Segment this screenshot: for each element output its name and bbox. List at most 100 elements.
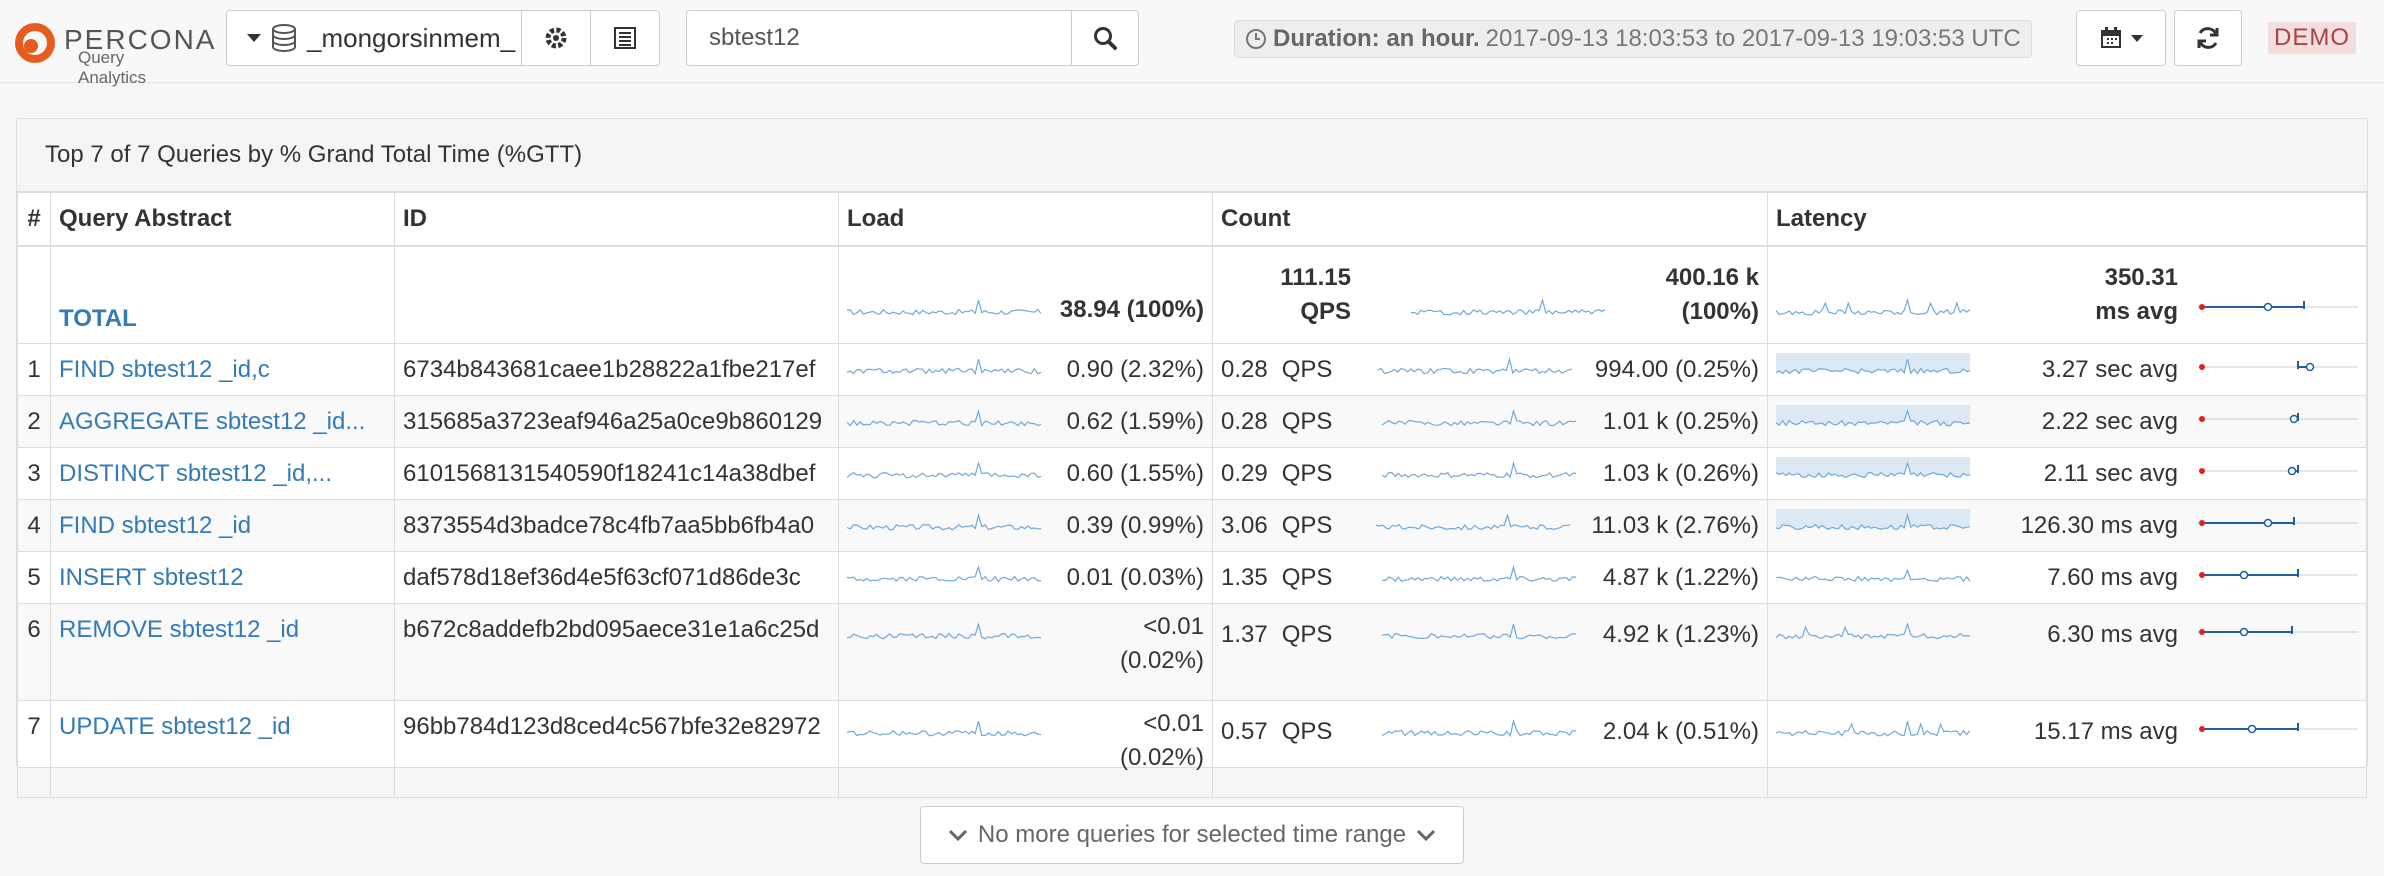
latency-value: 7.60 ms avg [2047, 563, 2178, 591]
latency-sparkline [1775, 403, 1971, 440]
qps-value: 0.29 [1221, 459, 1268, 487]
load-cell: 0.90 (2.32%) [838, 343, 1213, 396]
load-sparkline [846, 403, 1042, 440]
query-abstract-link[interactable]: FIND sbtest12 _id [59, 512, 251, 539]
count-cell: 3.06 QPS 11.03 k (2.76%) [1212, 499, 1768, 552]
query-abstract-link[interactable]: FIND sbtest12 _id,c [59, 356, 270, 383]
count-value: 4.87 k (1.22%) [1602, 563, 1759, 591]
row-number: 1 [17, 343, 51, 396]
query-abstract-link[interactable]: AGGREGATE sbtest12 _id... [59, 408, 365, 435]
column-header-load[interactable]: Load [838, 192, 1213, 247]
latency-range-bar [2198, 408, 2358, 436]
search-input[interactable] [686, 10, 1072, 66]
count-cell: 1.37 QPS 4.92 k (1.23%) [1212, 603, 1768, 701]
query-id: daf578d18ef36d4e5f63cf071d86de3c [394, 551, 839, 604]
latency-value: 2.11 sec avg [2043, 459, 2178, 487]
settings-button[interactable] [521, 10, 591, 66]
caret-down-icon [2131, 34, 2143, 42]
latency-range-bar [2198, 621, 2358, 649]
brand-product: Query Analytics [78, 48, 147, 87]
latency-sparkline [1775, 616, 1971, 653]
latency-cell: 15.17 ms avg [1767, 700, 2367, 798]
table-row[interactable]: 5 INSERT sbtest12 daf578d18ef36d4e5f63cf… [17, 551, 2367, 604]
column-header-abstract[interactable]: Query Abstract [50, 192, 395, 247]
percona-logo[interactable]: PERCONA Query Analytics [14, 18, 214, 87]
count-sparkline [1381, 455, 1577, 492]
total-qps-value: 111.15 [1280, 264, 1351, 291]
column-header-count[interactable]: Count [1212, 192, 1768, 247]
search-button[interactable] [1071, 10, 1139, 66]
latency-cell: 126.30 ms avg [1767, 499, 2367, 552]
more-queries-button[interactable]: No more queries for selected time range [920, 806, 1464, 864]
latency-sparkline [1775, 559, 1971, 596]
query-id: 6101568131540590f18241c14a38dbef [394, 447, 839, 500]
latency-cell: 6.30 ms avg [1767, 603, 2367, 701]
total-latency-value: 350.31 [2104, 264, 2178, 291]
total-id [394, 245, 839, 344]
table-row[interactable]: 2 AGGREGATE sbtest12 _id... 315685a3723e… [17, 395, 2367, 448]
total-count-cell: 111.15 QPS 400.16 k (100%) [1212, 245, 1768, 344]
total-count-value: 400.16 k [1665, 264, 1759, 291]
latency-range-bar [2198, 296, 2358, 324]
table-row[interactable]: 6 REMOVE sbtest12 _id b672c8addefb2bd095… [17, 603, 2367, 701]
gear-icon [545, 27, 567, 49]
refresh-button[interactable] [2174, 10, 2242, 66]
qps-unit: QPS [1281, 355, 1333, 383]
load-value: 0.62 (1.59%) [1066, 407, 1204, 435]
chevron-down-icon [1417, 829, 1436, 842]
load-value: 0.60 (1.55%) [1066, 459, 1204, 487]
percona-logo-icon [15, 23, 55, 63]
qps-value: 1.37 [1221, 620, 1268, 648]
total-row: TOTAL 38.94 (100%) 111.15 QPS 400.16 k (… [17, 245, 2367, 344]
count-value: 11.03 k (2.76%) [1591, 511, 1759, 539]
query-abstract-cell: UPDATE sbtest12 _id [50, 700, 395, 798]
query-abstract-link[interactable]: INSERT sbtest12 [59, 564, 244, 591]
total-latency-cell: 350.31 ms avg [1767, 245, 2367, 344]
table-row[interactable]: 3 DISTINCT sbtest12 _id,... 610156813154… [17, 447, 2367, 500]
db-instance-select[interactable]: _mongorsinmem_ [226, 10, 522, 66]
query-id: 315685a3723eaf946a25a0ce9b860129 [394, 395, 839, 448]
load-value: 0.01 (0.03%) [1066, 563, 1204, 591]
column-header-latency[interactable]: Latency [1767, 192, 2367, 247]
qps-unit: QPS [1281, 620, 1333, 648]
column-header-id[interactable]: ID [394, 192, 839, 247]
latency-cell: 2.22 sec avg [1767, 395, 2367, 448]
total-label[interactable]: TOTAL [50, 245, 395, 344]
query-abstract-link[interactable]: DISTINCT sbtest12 _id,... [59, 460, 332, 487]
query-abstract-cell: INSERT sbtest12 [50, 551, 395, 604]
query-id: 8373554d3badce78c4fb7aa5bb6fb4a0 [394, 499, 839, 552]
latency-value: 6.30 ms avg [2047, 620, 2178, 648]
top-navbar: PERCONA Query Analytics _mongorsinmem_ s… [0, 0, 2384, 87]
query-abstract-link[interactable]: REMOVE sbtest12 _id [59, 616, 299, 643]
count-value: 1.03 k (0.26%) [1602, 459, 1759, 487]
query-list-button[interactable] [590, 10, 660, 66]
latency-range-bar [2198, 460, 2358, 488]
latency-range-bar [2198, 356, 2358, 384]
query-abstract-link[interactable]: UPDATE sbtest12 _id [59, 713, 291, 740]
query-abstract-cell: REMOVE sbtest12 _id [50, 603, 395, 701]
row-number: 4 [17, 499, 51, 552]
count-sparkline [1381, 559, 1576, 596]
qps-unit: QPS [1281, 511, 1333, 539]
count-cell: 0.57 QPS 2.04 k (0.51%) [1212, 700, 1768, 798]
table-row[interactable]: 7 UPDATE sbtest12 _id 96bb784d123d8ced4c… [17, 700, 2367, 798]
latency-cell: 7.60 ms avg [1767, 551, 2367, 604]
load-sparkline [846, 713, 1042, 750]
load-value: <0.01 [1143, 710, 1204, 737]
qps-unit: QPS [1281, 407, 1333, 435]
table-row[interactable]: 1 FIND sbtest12 _id,c 6734b843681caee1b2… [17, 343, 2367, 396]
table-row[interactable]: 4 FIND sbtest12 _id 8373554d3badce78c4fb… [17, 499, 2367, 552]
qps-unit: QPS [1281, 717, 1333, 745]
qps-value: 0.28 [1221, 407, 1268, 435]
query-abstract-cell: FIND sbtest12 _id,c [50, 343, 395, 396]
latency-value: 126.30 ms avg [2020, 511, 2178, 539]
latency-range-bar [2198, 564, 2358, 592]
caret-down-icon [247, 34, 261, 42]
duration-range: 2017-09-13 18:03:53 to 2017-09-13 19:03:… [1485, 25, 2021, 52]
duration-label: Duration: an hour. [1273, 25, 1480, 52]
qps-unit: QPS [1281, 459, 1333, 487]
count-sparkline [1411, 292, 1606, 329]
time-range-picker-button[interactable] [2076, 10, 2166, 66]
latency-sparkline [1775, 713, 1971, 750]
count-sparkline [1375, 507, 1571, 544]
